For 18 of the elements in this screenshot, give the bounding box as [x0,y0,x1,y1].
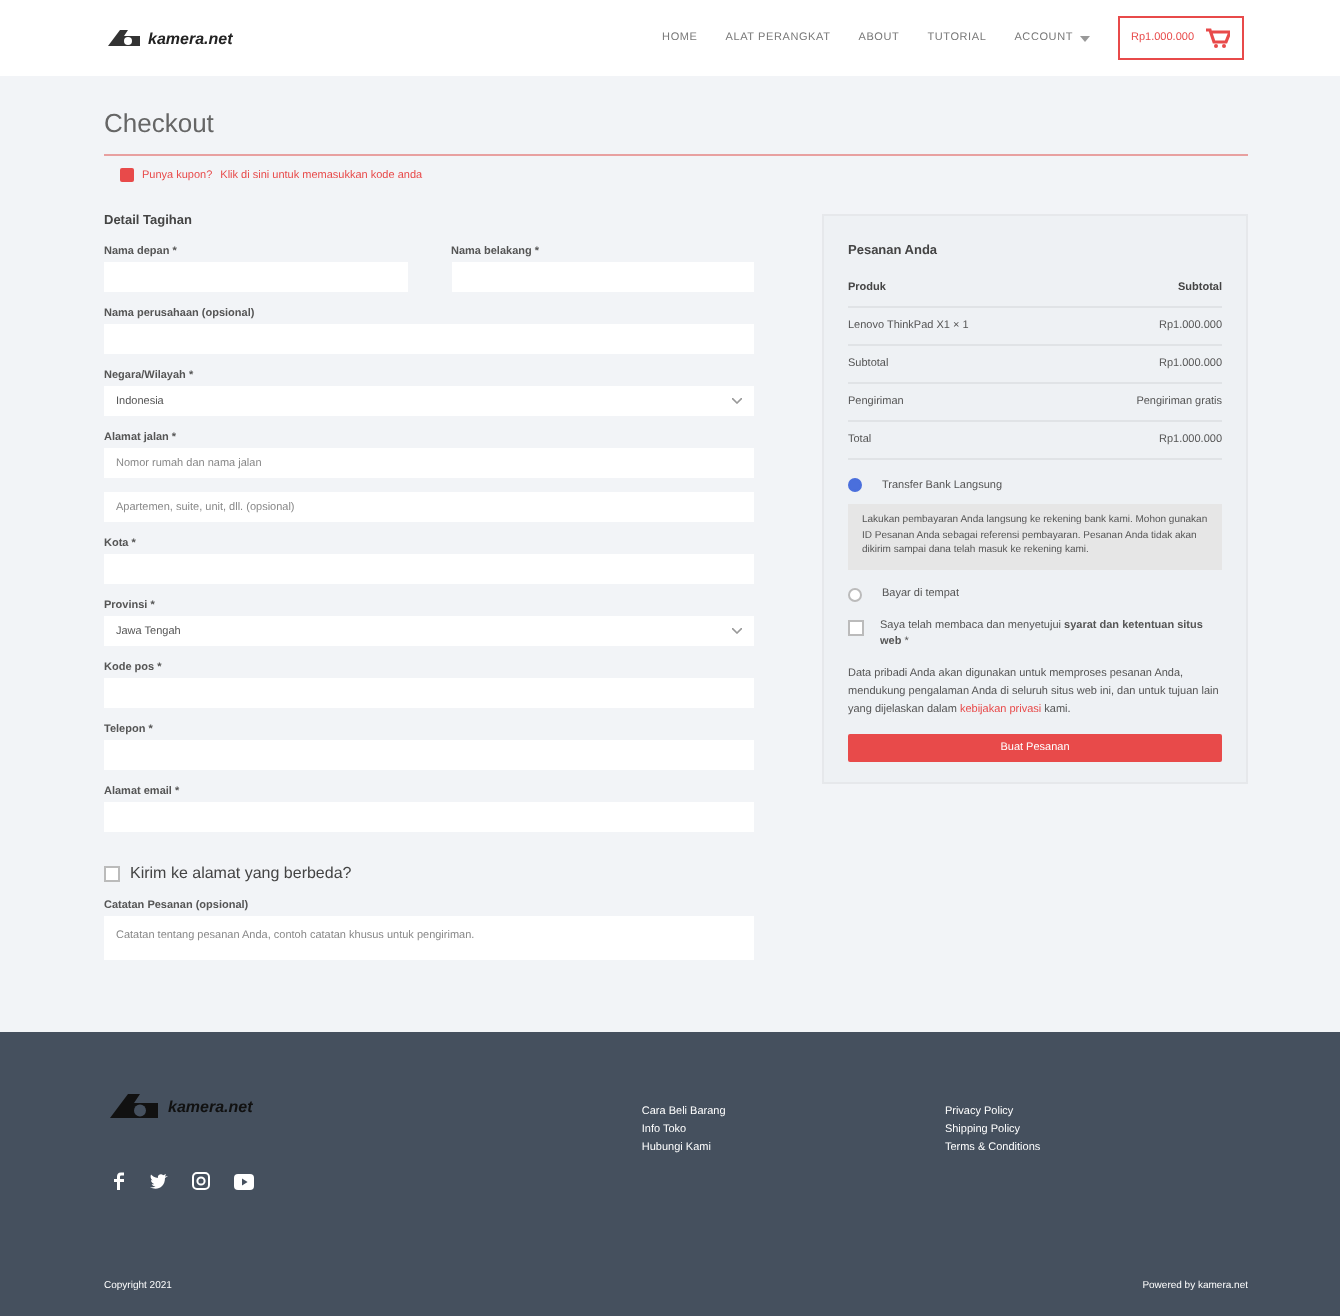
youtube-icon[interactable] [234,1173,254,1189]
camera-logo-icon [104,26,144,50]
caret-icon[interactable] [1079,35,1089,41]
facebook-icon[interactable] [112,1172,126,1190]
info-icon [120,168,134,182]
chevron-down-icon [732,398,742,404]
ship-label: Kirim ke alamat yang berbeda? [130,864,352,882]
instagram-icon[interactable] [192,1172,210,1190]
cart-icon [1206,28,1230,48]
radio-button[interactable] [848,478,862,492]
camera-logo-icon [104,1088,164,1124]
checkbox[interactable] [104,865,120,881]
checkbox[interactable] [848,619,864,635]
logo-text[interactable]: kamera.net [148,29,233,47]
twitter-icon[interactable] [150,1173,168,1189]
radio-button[interactable] [848,587,862,601]
chevron-down-icon [732,628,742,634]
page-title: Checkout [104,108,1248,156]
